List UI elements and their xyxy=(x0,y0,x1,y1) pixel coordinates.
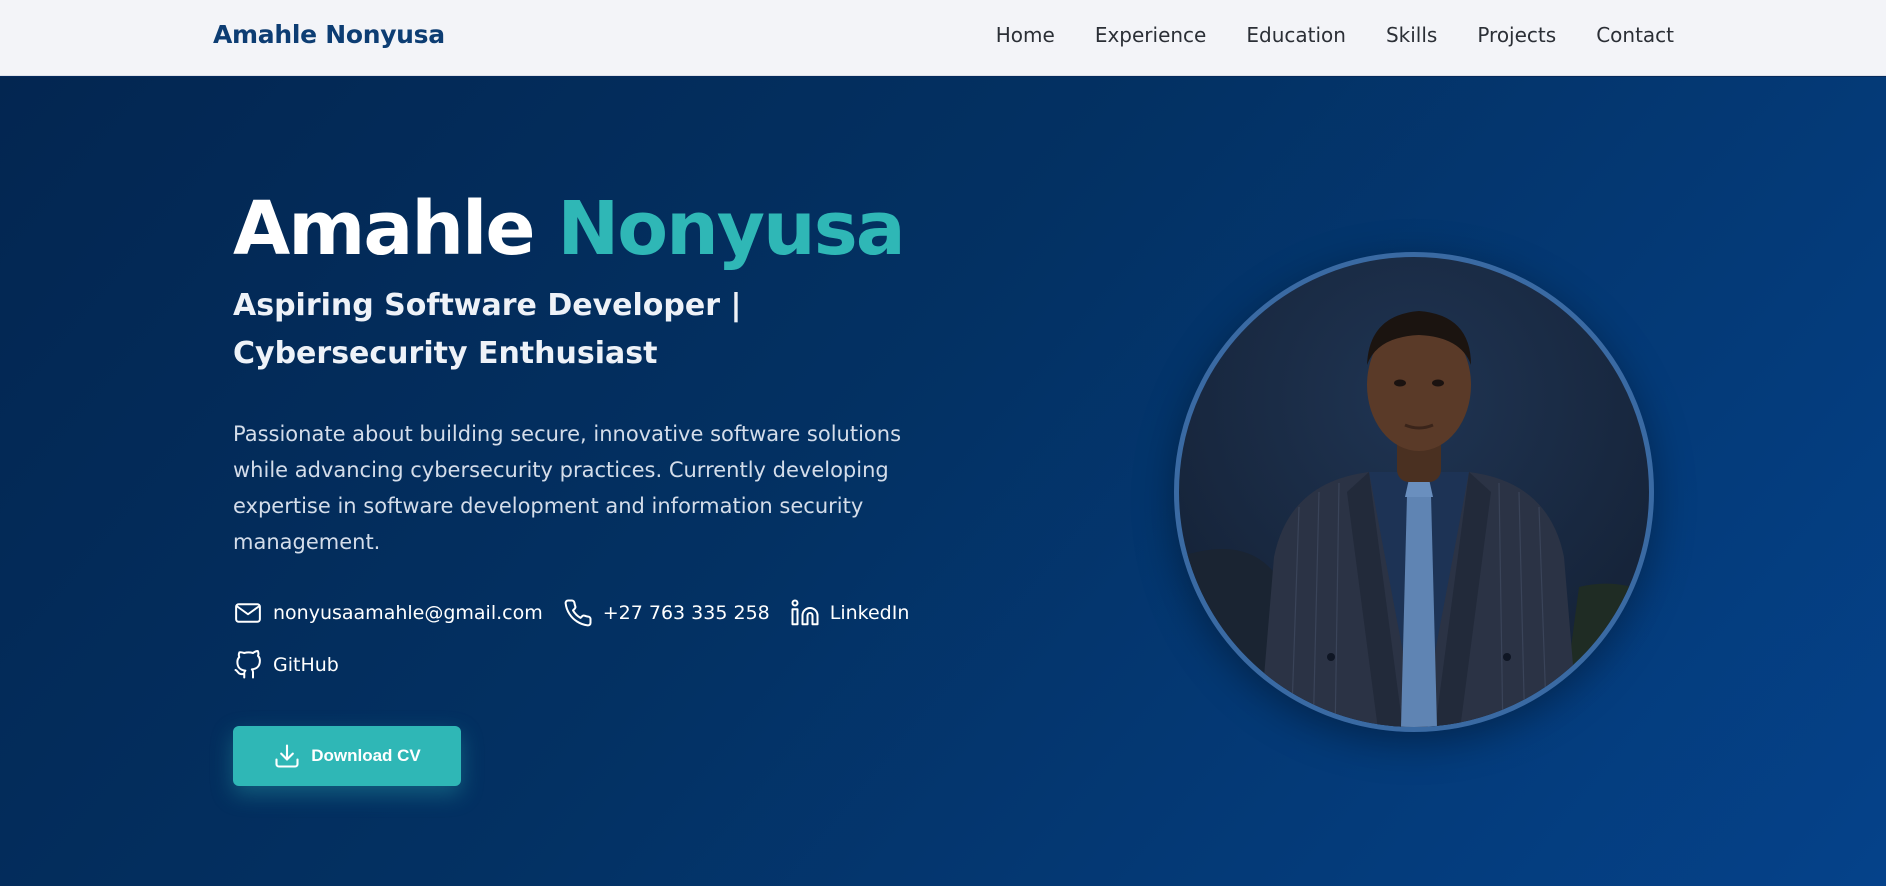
linkedin-icon xyxy=(791,599,819,626)
nav-link-skills[interactable]: Skills xyxy=(1386,23,1437,47)
hero-title: Amahle Nonyusa xyxy=(233,192,906,266)
nav-link-home[interactable]: Home xyxy=(996,23,1055,47)
linkedin-text: LinkedIn xyxy=(829,602,910,624)
brand-logo-link[interactable]: Amahle Nonyusa xyxy=(213,20,445,49)
linkedin-link[interactable]: LinkedIn xyxy=(790,598,910,628)
download-cv-label: Download CV xyxy=(311,746,421,765)
email-text: nonyusaamahle@gmail.com xyxy=(273,602,543,624)
nav-link-projects[interactable]: Projects xyxy=(1477,23,1556,47)
nav-link-contact[interactable]: Contact xyxy=(1596,23,1674,47)
phone-link[interactable]: +27 763 335 258 xyxy=(563,598,770,628)
download-icon xyxy=(275,744,299,768)
hero-section: Amahle Nonyusa Aspiring Software Develop… xyxy=(0,77,1886,886)
github-link[interactable]: GitHub xyxy=(233,650,933,680)
nav-link-education[interactable]: Education xyxy=(1246,23,1346,47)
github-icon xyxy=(234,650,261,679)
phone-text: +27 763 335 258 xyxy=(602,602,770,624)
github-text: GitHub xyxy=(273,654,339,676)
nav-link-experience[interactable]: Experience xyxy=(1095,23,1207,47)
email-link[interactable]: nonyusaamahle@gmail.com xyxy=(233,598,543,628)
hero-first-name: Amahle xyxy=(233,186,536,272)
nav-links: Home Experience Education Skills Project… xyxy=(996,23,1674,47)
hero-subtitle: Aspiring Software Developer | Cybersecur… xyxy=(233,288,742,371)
mail-icon xyxy=(235,603,261,623)
portrait-illustration xyxy=(1179,311,1649,727)
profile-photo xyxy=(1174,252,1654,732)
contact-links: nonyusaamahle@gmail.com +27 763 335 258 … xyxy=(233,598,933,680)
hero-description: Passionate about building secure, innova… xyxy=(233,422,902,554)
navbar: Amahle Nonyusa Home Experience Education… xyxy=(0,0,1886,76)
hero-last-name: Nonyusa xyxy=(557,186,905,272)
phone-icon xyxy=(564,599,592,627)
download-cv-button[interactable]: Download CV xyxy=(233,726,461,786)
